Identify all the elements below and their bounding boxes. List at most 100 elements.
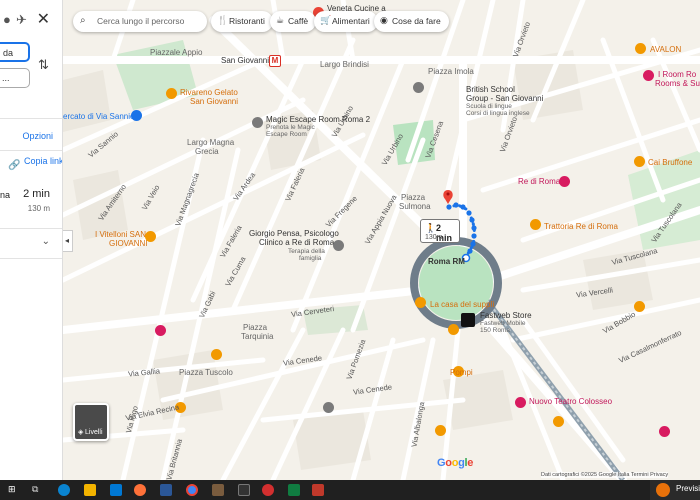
collapse-panel-button[interactable]: ◂ [63, 230, 73, 252]
restaurant-icon[interactable] [448, 324, 459, 335]
shop-icon[interactable] [323, 402, 334, 413]
route-distance: 130 m [27, 204, 50, 213]
restaurant-icon[interactable] [211, 349, 222, 360]
hotel-icon[interactable] [559, 176, 570, 187]
store-icon[interactable] [461, 313, 475, 327]
place-label: Largo Magna [187, 138, 235, 147]
camera-icon: ◉ [380, 15, 388, 25]
app-icon[interactable] [262, 484, 274, 496]
chip-restaurants[interactable]: 🍴 Ristoranti [211, 11, 273, 32]
poi-label: Escape Room [266, 131, 307, 138]
restaurant-icon[interactable] [634, 301, 645, 312]
google-logo: Google [437, 457, 474, 469]
excel-icon[interactable] [288, 484, 300, 496]
close-icon[interactable]: ✕ [37, 9, 50, 29]
restaurant-icon[interactable] [415, 297, 426, 308]
place-label: Grecia [195, 147, 219, 156]
poi-label: Group - San Giovanni [466, 94, 544, 103]
walk-icon: 🚶 [425, 223, 437, 233]
poi-label: Re di Roma [518, 177, 561, 186]
app-icon[interactable] [160, 484, 172, 496]
file-explorer-icon[interactable] [84, 484, 96, 496]
poi-label: Fastweb Store [480, 311, 532, 320]
route-time: 2 min [23, 188, 50, 200]
route-name: lana [0, 190, 11, 200]
app-icon[interactable] [312, 484, 324, 496]
metro-icon[interactable]: M [269, 55, 281, 67]
poi-label: British School [466, 85, 515, 94]
layers-button[interactable]: ◈ Livelli [73, 403, 109, 441]
app-icon[interactable] [238, 484, 250, 496]
poi-label: La casa del supplì [430, 300, 495, 309]
flight-icon[interactable]: ✈ [16, 12, 27, 28]
poi-label: 150 Roma [480, 327, 510, 334]
chrome-icon[interactable] [186, 484, 198, 496]
place-label: Sulmona [399, 202, 431, 211]
task-view-icon[interactable]: ⧉ [32, 484, 44, 496]
poi-label: I Room Ro [658, 70, 697, 79]
market-icon[interactable] [131, 110, 142, 121]
map-attribution[interactable]: Dati cartografici ©2025 Google Italia Te… [541, 472, 669, 478]
poi-label: Magic Escape Room Roma 2 [266, 115, 371, 124]
edge-icon[interactable] [58, 484, 70, 496]
poi-label: ercato di Via Sannio [63, 112, 135, 121]
escape-room-icon[interactable] [252, 117, 263, 128]
theater-icon[interactable] [515, 397, 526, 408]
poi-label: Terapia della [288, 248, 325, 255]
place-label: San Giovanni [221, 56, 270, 65]
place-label: Piazza Tuscolo [179, 368, 233, 377]
restaurant-icon[interactable] [145, 231, 156, 242]
chevron-down-icon[interactable]: ⌄ [42, 236, 50, 247]
chip-cafe[interactable]: ☕ Caffè [270, 11, 317, 32]
chip-label: Ristoranti [229, 16, 265, 26]
gelato-icon[interactable] [166, 88, 177, 99]
walk-icon[interactable]: ● [3, 12, 11, 27]
place-label: Tarquinia [241, 332, 274, 341]
restaurant-icon[interactable] [435, 425, 446, 436]
route-callout[interactable]: 🚶 2 min 130m [420, 219, 460, 243]
clinic-icon[interactable] [333, 240, 344, 251]
travel-mode-row: ● ✈ [0, 10, 62, 30]
hotel-icon[interactable] [659, 426, 670, 437]
destination-field[interactable]: ... [0, 68, 30, 88]
windows-start-icon[interactable]: ⊞ [8, 484, 20, 496]
cafe-icon: ☕ [276, 15, 285, 25]
search-input[interactable]: ⌕ Cerca lungo il percorso [73, 11, 207, 32]
search-placeholder: Cerca lungo il percorso [97, 16, 185, 26]
cart-icon: 🛒 [320, 15, 332, 25]
poi-label: Nuovo Teatro Colosseo [529, 397, 613, 406]
swap-icon[interactable]: ⇅ [38, 57, 49, 73]
restaurant-icon: 🍴 [217, 15, 229, 25]
map-canvas[interactable]: ⌕ Cerca lungo il percorso 🍴 Ristoranti ☕… [63, 0, 700, 480]
origin-field[interactable]: da [0, 42, 30, 62]
search-icon: ⌕ [80, 15, 86, 26]
poi-label: Prenota le Magic [266, 124, 315, 131]
restaurant-icon[interactable] [530, 219, 541, 230]
chip-groceries[interactable]: 🛒 Alimentari [314, 11, 378, 32]
chip-label: Alimentari [332, 16, 370, 26]
restaurant-icon[interactable] [635, 43, 646, 54]
hotel-icon[interactable] [643, 70, 654, 81]
copy-link-label: Copia link [24, 156, 63, 166]
chip-things-to-do[interactable]: ◉ Cose da fare [374, 11, 449, 32]
poi-label: GIOVANNI [109, 239, 148, 248]
weather-label: Previsione [676, 484, 700, 493]
restaurant-icon[interactable] [553, 416, 564, 427]
poi-label: Scuola di lingue [466, 103, 512, 110]
poi-label: Rivareno Gelato [180, 88, 238, 97]
poi-label: Clinico a Re di Roma [259, 238, 335, 247]
restaurant-icon[interactable] [634, 156, 645, 167]
weather-widget[interactable]: Previsione [650, 480, 700, 500]
app-icon[interactable] [212, 484, 224, 496]
firefox-icon[interactable] [134, 484, 146, 496]
options-button[interactable]: Opzioni [22, 131, 53, 141]
layers-icon: ◈ [78, 429, 84, 436]
poi-label: I Vitelloni SAN [95, 230, 146, 239]
place-label: Piazza [401, 193, 426, 202]
outlook-icon[interactable] [110, 484, 122, 496]
poi-label: Cai Bruffone [648, 158, 693, 167]
divider [0, 258, 62, 259]
app-root: ● ✈ ✕ da ... ⇅ Opzioni 🔗 Copia link lana… [0, 0, 700, 500]
school-icon[interactable] [413, 82, 424, 93]
hotel-icon[interactable] [155, 325, 166, 336]
